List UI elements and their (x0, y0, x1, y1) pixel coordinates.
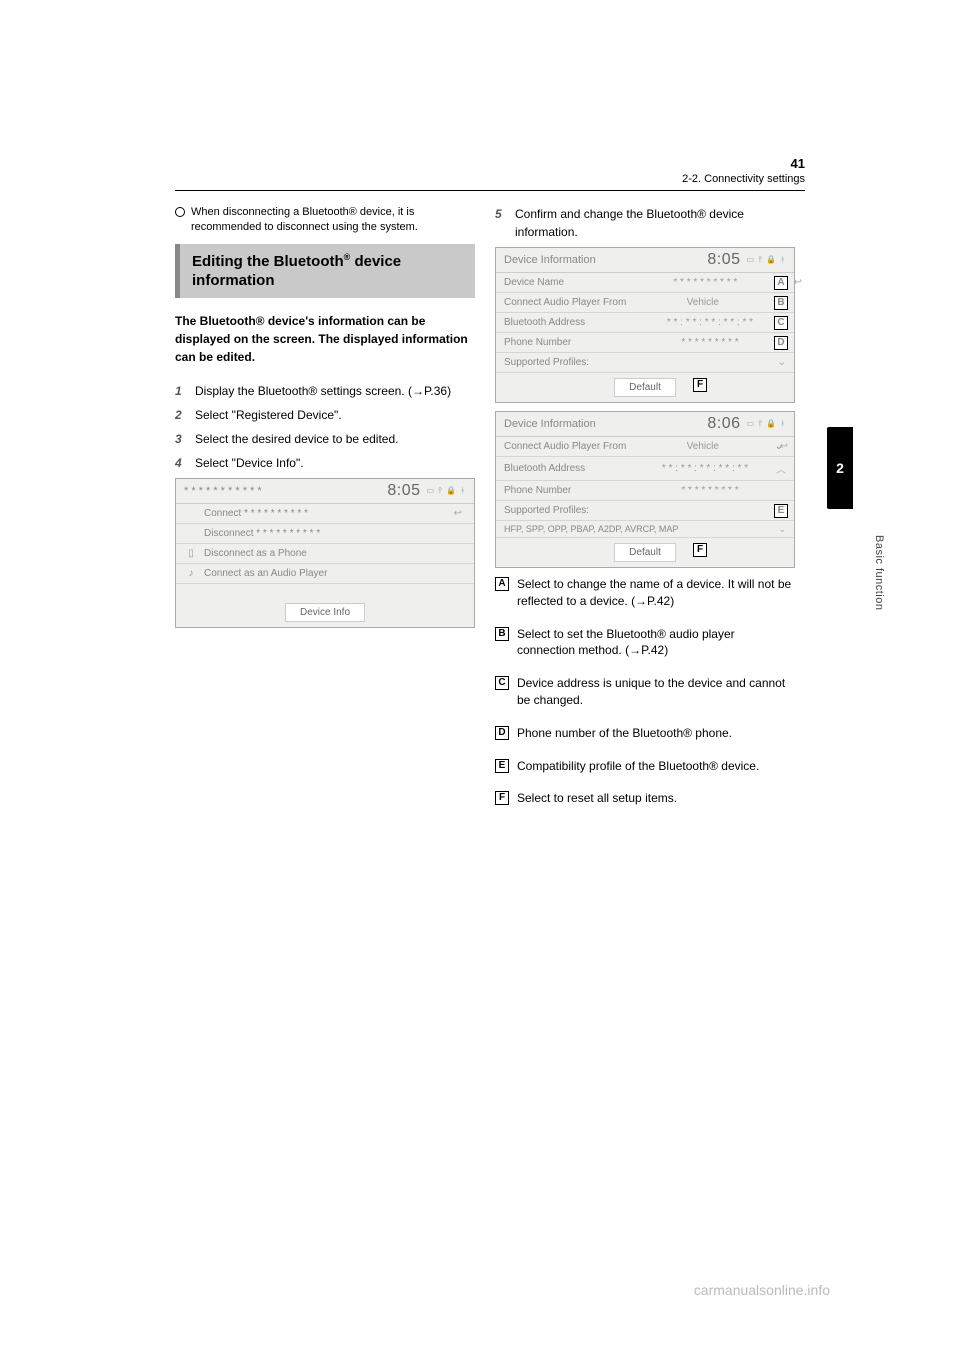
shot-time: 8:05 (707, 251, 740, 269)
callout-label-e: E (774, 504, 788, 518)
step-text: Select "Device Info". (195, 454, 475, 472)
chapter-tab: 2 (827, 427, 853, 509)
description-f: Select to reset all setup items. (517, 790, 677, 807)
label-f: F (495, 791, 509, 805)
description-c: Device address is unique to the device a… (517, 675, 795, 709)
status-icons: ▭ ⫯ 🔒 ᚼ (747, 255, 786, 265)
section-heading-box: Editing the Bluetooth® device informatio… (175, 244, 475, 299)
connect-from-label: Connect Audio Player From (504, 297, 634, 308)
callout-label-a: A (774, 276, 788, 290)
shot-time: 8:06 (707, 415, 740, 433)
phone-number-value: * * * * * * * * * (634, 337, 786, 348)
callout-label-f: F (693, 543, 707, 557)
bt-address-label: Bluetooth Address (504, 317, 634, 328)
connect-from-value[interactable]: Vehicle (634, 297, 772, 308)
label-e: E (495, 759, 509, 773)
step-text: Display the Bluetooth® settings screen. … (195, 382, 475, 400)
header-divider (175, 190, 805, 191)
shot-title: Device Information (504, 418, 596, 430)
screenshot-device-info-2: Device Information 8:06 ▭ ⫯ 🔒 ᚼ Connect … (495, 411, 795, 568)
connect-item[interactable]: Connect * * * * * * * * * * (204, 508, 308, 519)
callout-label-b: B (774, 296, 788, 310)
section-header: 2-2. Connectivity settings (175, 173, 805, 185)
connect-audio-item[interactable]: Connect as an Audio Player (204, 568, 327, 579)
description-b: Select to set the Bluetooth® audio playe… (517, 626, 795, 660)
status-icons: ▭ ⫯ 🔒 ᚼ (427, 486, 466, 496)
back-icon[interactable]: ↩ (794, 277, 802, 288)
default-button[interactable]: Default (614, 543, 676, 562)
description-e: Compatibility profile of the Bluetooth® … (517, 758, 759, 775)
step-number: 3 (175, 430, 187, 448)
callout-label-d: D (774, 336, 788, 350)
device-name-label: Device Name (504, 277, 634, 288)
phone-number-label: Phone Number (504, 337, 634, 348)
chapter-label: Basic function (873, 535, 885, 610)
scroll-down-icon[interactable]: ⌄ (778, 357, 786, 368)
screenshot-device-menu: * * * * * * * * * * * 8:05 ▭ ⫯ 🔒 ᚼ Conne… (175, 478, 475, 628)
page-number: 41 (791, 156, 805, 171)
phone-icon: ▯ (184, 548, 198, 559)
scroll-up-icon[interactable]: ︿ (776, 461, 786, 476)
description-a: Select to change the name of a device. I… (517, 576, 795, 610)
profiles-label: Supported Profiles: (504, 357, 634, 368)
section-heading: Editing the Bluetooth® device informatio… (192, 252, 463, 291)
phone-number-value: * * * * * * * * * (634, 485, 786, 496)
disconnect-item[interactable]: Disconnect * * * * * * * * * * (204, 528, 320, 539)
step-text: Select "Registered Device". (195, 406, 475, 424)
bt-address-label: Bluetooth Address (504, 463, 634, 474)
scroll-down-icon[interactable]: ⌄ (778, 524, 786, 535)
step-number: 4 (175, 454, 187, 472)
profiles-list: HFP, SPP, OPP, PBAP, A2DP, AVRCP, MAP (504, 524, 678, 534)
label-a: A (495, 577, 509, 591)
connect-from-value[interactable]: Vehicle (634, 441, 772, 452)
disconnect-phone-item[interactable]: Disconnect as a Phone (204, 548, 307, 559)
label-b: B (495, 627, 509, 641)
bt-address-value: * * : * * : * * : * * : * * (634, 463, 776, 474)
music-icon: ♪ (184, 568, 198, 579)
step-number: 1 (175, 382, 187, 400)
default-button[interactable]: Default (614, 378, 676, 397)
step-text: Select the desired device to be edited. (195, 430, 475, 448)
step-number: 2 (175, 406, 187, 424)
watermark-link: carmanualsonline.info (694, 1282, 830, 1298)
description-d: Phone number of the Bluetooth® phone. (517, 725, 732, 742)
back-icon[interactable]: ↩ (454, 508, 466, 519)
step-text: Confirm and change the Bluetooth® device… (515, 205, 795, 241)
device-name-value[interactable]: * * * * * * * * * * (634, 277, 777, 288)
disconnect-note: When disconnecting a Bluetooth® device, … (191, 205, 475, 236)
profiles-label: Supported Profiles: (504, 505, 634, 516)
shot-title-dots: * * * * * * * * * * * (184, 485, 262, 497)
label-d: D (495, 726, 509, 740)
label-c: C (495, 676, 509, 690)
status-icons: ▭ ⫯ 🔒 ᚼ (747, 419, 786, 429)
step-number: 5 (495, 205, 507, 241)
bt-address-value: * * : * * : * * : * * : * * (634, 317, 786, 328)
connect-from-label: Connect Audio Player From (504, 441, 634, 452)
callout-label-f: F (693, 378, 707, 392)
screenshot-device-info-1: Device Information 8:05 ▭ ⫯ 🔒 ᚼ Device N… (495, 247, 795, 403)
device-info-button[interactable]: Device Info (285, 603, 365, 622)
shot-title: Device Information (504, 254, 596, 266)
shot-time: 8:05 (387, 482, 420, 500)
intro-text: The Bluetooth® device's information can … (175, 312, 475, 366)
callout-label-c: C (774, 316, 788, 330)
back-icon[interactable]: ↩ (780, 441, 788, 452)
bullet-icon (175, 207, 185, 217)
phone-number-label: Phone Number (504, 485, 634, 496)
